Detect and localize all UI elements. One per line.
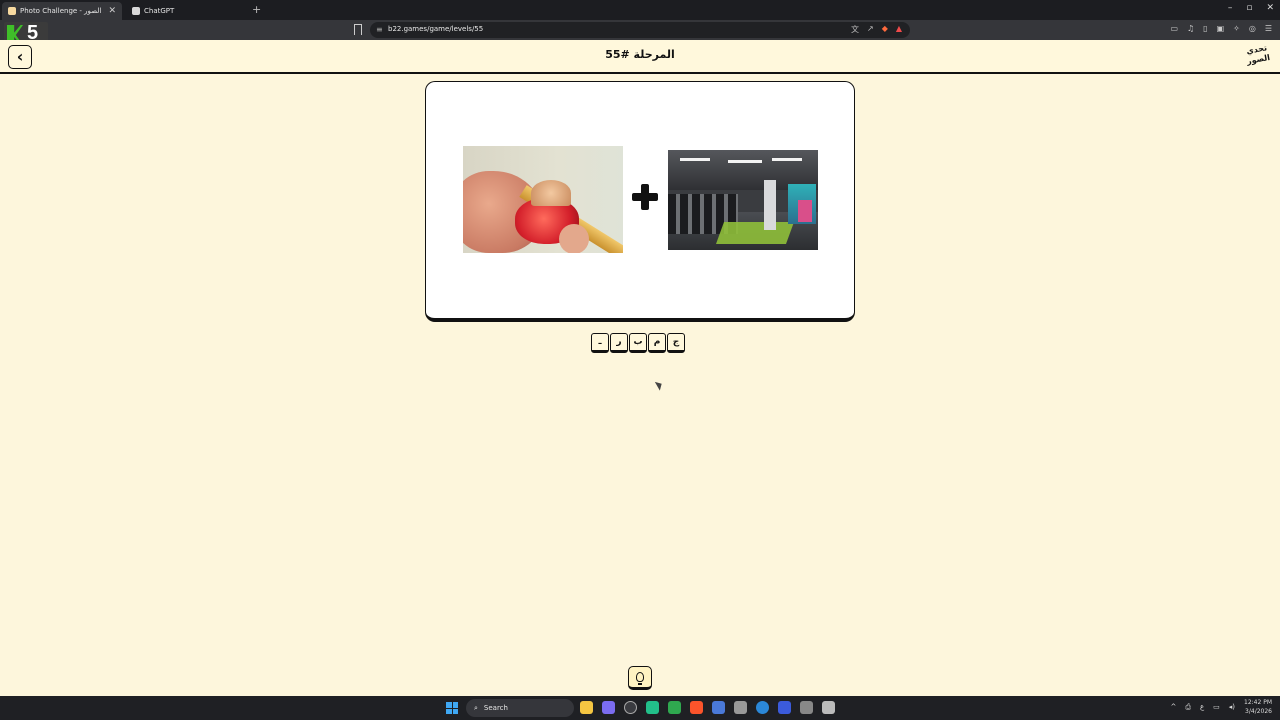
mouse-cursor-icon: [654, 379, 665, 391]
brave-browser-icon[interactable]: [690, 701, 703, 714]
letter-tile[interactable]: ب: [629, 333, 647, 353]
tab-photo-challenge[interactable]: Photo Challenge - تحدي الصور ✕: [2, 2, 122, 20]
reader-mode-icon[interactable]: ▭: [1170, 24, 1178, 33]
search-icon: ⌕: [474, 703, 478, 712]
chevron-up-icon[interactable]: ^: [1170, 703, 1176, 711]
site-info-icon[interactable]: ≡: [376, 25, 383, 34]
xbox-icon[interactable]: [668, 701, 681, 714]
browser-toolbar: ▭ ♫ ▯ ▣ ✧ ◎ ☰: [1170, 24, 1272, 33]
translate-icon[interactable]: 文: [851, 24, 859, 35]
taskbar: ⌕ Search ^ ⎙ ع ▭ ◂) 12:42 PM 3/4/2026: [0, 696, 1280, 720]
bookmark-icon[interactable]: [354, 24, 362, 35]
minimize-icon[interactable]: –: [1228, 3, 1233, 13]
game-logo[interactable]: تحدي الصور: [1242, 43, 1274, 71]
network-icon[interactable]: ▭: [1213, 703, 1220, 711]
letter-tile[interactable]: ج: [667, 333, 685, 353]
browser-tab-bar: Photo Challenge - تحدي الصور ✕ ChatGPT +…: [0, 0, 1280, 20]
address-bar: ≡ b22.games/game/levels/55 文 ↗ ◆ ▲ ▭ ♫ ▯…: [0, 20, 1280, 40]
hint-button[interactable]: [628, 666, 652, 690]
url-text: b22.games/game/levels/55: [388, 25, 484, 33]
clock[interactable]: 12:42 PM 3/4/2026: [1244, 698, 1272, 716]
notepad-icon[interactable]: [822, 701, 835, 714]
tab-chatgpt[interactable]: ChatGPT: [126, 2, 246, 20]
media-icon[interactable]: ♫: [1187, 24, 1194, 33]
system-tray: ^ ⎙ ع ▭ ◂) 12:42 PM 3/4/2026: [1170, 698, 1272, 716]
windows-start-icon[interactable]: [446, 702, 458, 714]
taskbar-search-input[interactable]: ⌕ Search: [466, 699, 574, 717]
file-explorer-icon[interactable]: [580, 701, 593, 714]
close-tab-icon[interactable]: ✕: [108, 6, 116, 16]
tab-title: Photo Challenge - تحدي الصور: [20, 7, 104, 15]
terminal-icon[interactable]: [800, 701, 813, 714]
game-header: ‹ المرحلة #55 تحدي الصور: [0, 40, 1280, 74]
letter-tile[interactable]: ر: [610, 333, 628, 353]
level-title: المرحلة #55: [605, 48, 675, 61]
sidebar-icon[interactable]: ▯: [1203, 24, 1207, 33]
edge-icon[interactable]: [756, 701, 769, 714]
maximize-icon[interactable]: ▫: [1246, 3, 1252, 13]
window-controls: – ▫ ✕: [1228, 3, 1274, 13]
plus-icon: [630, 182, 660, 212]
share-icon[interactable]: ↗: [867, 24, 874, 35]
letter-tile[interactable]: ـ: [591, 333, 609, 353]
clock-time: 12:42 PM: [1244, 699, 1272, 706]
url-field[interactable]: ≡ b22.games/game/levels/55 文 ↗ ◆ ▲: [370, 22, 910, 38]
search-placeholder: Search: [483, 704, 508, 712]
close-window-icon[interactable]: ✕: [1266, 3, 1274, 13]
site-favicon-icon: [8, 7, 16, 15]
clock-date: 3/4/2026: [1245, 708, 1272, 715]
tab-title: ChatGPT: [144, 7, 175, 15]
menu-icon[interactable]: ☰: [1265, 24, 1272, 33]
wallet-icon[interactable]: ▣: [1217, 24, 1225, 33]
gym-photo: [668, 150, 818, 250]
letter-tile[interactable]: م: [648, 333, 666, 353]
app-icon[interactable]: [646, 701, 659, 714]
taskbar-apps: [580, 701, 835, 714]
chat-app-icon[interactable]: [602, 701, 615, 714]
word-icon[interactable]: [778, 701, 791, 714]
security-icon[interactable]: [712, 701, 725, 714]
answer-letters: ـ ر ب م ج: [591, 333, 685, 353]
github-icon[interactable]: [624, 701, 637, 714]
chatgpt-favicon-icon: [132, 7, 140, 15]
back-button[interactable]: ‹: [8, 45, 32, 69]
calculator-icon[interactable]: [734, 701, 747, 714]
extensions-icon[interactable]: ✧: [1233, 24, 1240, 33]
new-tab-button[interactable]: +: [252, 3, 261, 16]
chevron-left-icon: ‹: [16, 47, 24, 66]
pencil-sharpener-photo: [463, 146, 623, 253]
volume-icon[interactable]: ◂): [1229, 703, 1235, 711]
brave-rewards-icon[interactable]: ▲: [896, 24, 902, 35]
vpn-icon[interactable]: ◎: [1249, 24, 1256, 33]
brave-shields-icon[interactable]: ◆: [882, 24, 888, 35]
lightbulb-icon: [636, 672, 644, 685]
microphone-icon[interactable]: ⎙: [1185, 703, 1191, 712]
puzzle-card: [425, 81, 855, 322]
language-indicator[interactable]: ع: [1200, 703, 1204, 711]
